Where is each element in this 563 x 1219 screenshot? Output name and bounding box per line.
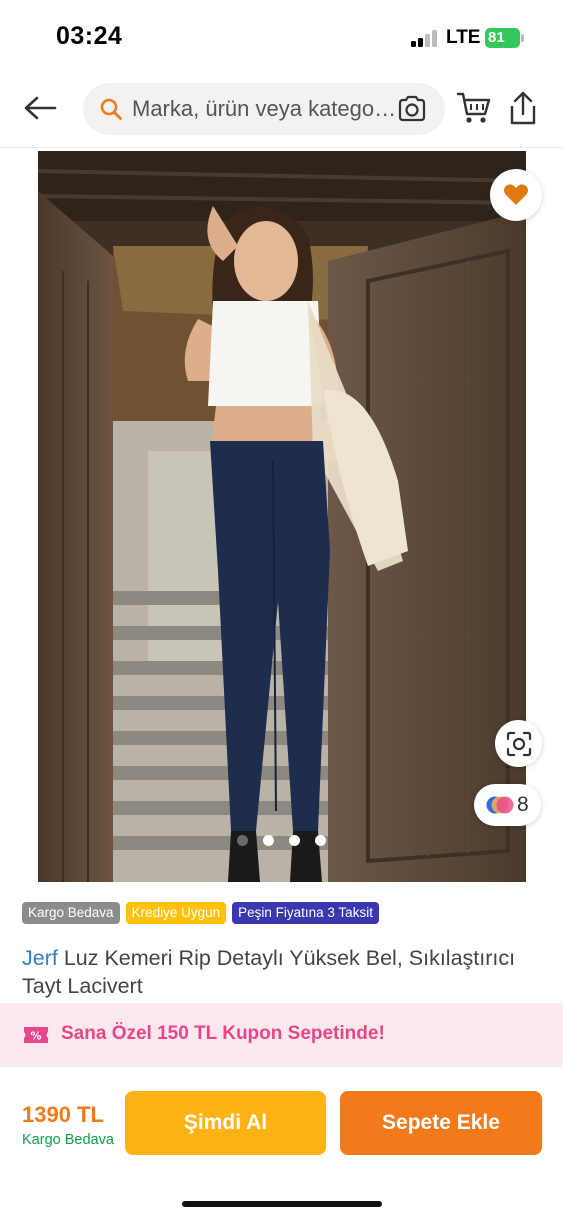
cart-icon — [456, 92, 491, 123]
coupon-icon: % — [24, 1027, 48, 1043]
brand-link[interactable]: Jerf — [22, 946, 58, 970]
color-palette-icon — [486, 796, 514, 814]
cart-button[interactable] — [456, 90, 492, 126]
color-variants-button[interactable]: 8 — [474, 784, 541, 826]
badge-installment: Peşin Fiyatına 3 Taksit — [232, 902, 379, 924]
variants-count: 8 — [517, 793, 529, 816]
badge-credit-eligible: Krediye Uygun — [125, 902, 227, 924]
product-image-gallery[interactable] — [38, 151, 526, 882]
shipping-info: Kargo Bedava — [22, 1132, 114, 1148]
network-type: LTE — [446, 27, 481, 48]
back-button[interactable] — [18, 88, 62, 128]
favorite-button[interactable] — [490, 169, 542, 221]
product-price: 1390 TL — [22, 1102, 104, 1127]
add-to-cart-button[interactable]: Sepete Ekle — [340, 1091, 542, 1155]
buy-now-button[interactable]: Şimdi Al — [125, 1091, 326, 1155]
signal-strength-icon — [411, 30, 439, 47]
visual-search-icon — [506, 731, 531, 756]
battery-icon: 81 — [485, 28, 520, 48]
camera-search-icon[interactable] — [397, 95, 427, 123]
visual-search-button[interactable] — [495, 720, 542, 767]
navigation-bar: Marka, ürün veya kategori ara — [0, 72, 563, 148]
search-icon — [100, 98, 122, 120]
battery-level: 81 — [488, 29, 505, 46]
product-title: Jerf Luz Kemeri Rip Detaylı Yüksek Bel, … — [22, 944, 542, 1000]
status-time: 03:24 — [56, 22, 123, 50]
status-bar: 03:24 LTE 81 — [0, 0, 563, 72]
product-name: Luz Kemeri Rip Detaylı Yüksek Bel, Sıkıl… — [22, 946, 516, 998]
share-button[interactable] — [507, 90, 539, 126]
svg-text:%: % — [30, 1030, 41, 1043]
home-indicator[interactable] — [182, 1201, 382, 1207]
pagination-dot[interactable] — [289, 835, 300, 846]
pagination-dot[interactable] — [263, 835, 274, 846]
heart-icon — [504, 184, 528, 205]
arrow-left-icon — [24, 96, 57, 120]
battery-tip — [521, 34, 524, 42]
coupon-banner[interactable]: % Sana Özel 150 TL Kupon Sepetinde! — [0, 1003, 563, 1066]
gallery-pagination — [237, 835, 327, 847]
product-badges: Kargo Bedava Krediye Uygun Peşin Fiyatın… — [22, 902, 379, 924]
product-photo — [38, 151, 526, 882]
search-input[interactable]: Marka, ürün veya kategori ara — [132, 96, 400, 122]
search-bar[interactable]: Marka, ürün veya kategori ara — [83, 83, 445, 135]
purchase-bar: 1390 TL Kargo Bedava Şimdi Al Sepete Ekl… — [0, 1066, 563, 1219]
badge-free-shipping: Kargo Bedava — [22, 902, 120, 924]
pagination-dot[interactable] — [315, 835, 326, 846]
coupon-text: Sana Özel 150 TL Kupon Sepetinde! — [61, 1023, 385, 1044]
pagination-dot[interactable] — [237, 835, 248, 846]
share-icon — [510, 91, 536, 125]
